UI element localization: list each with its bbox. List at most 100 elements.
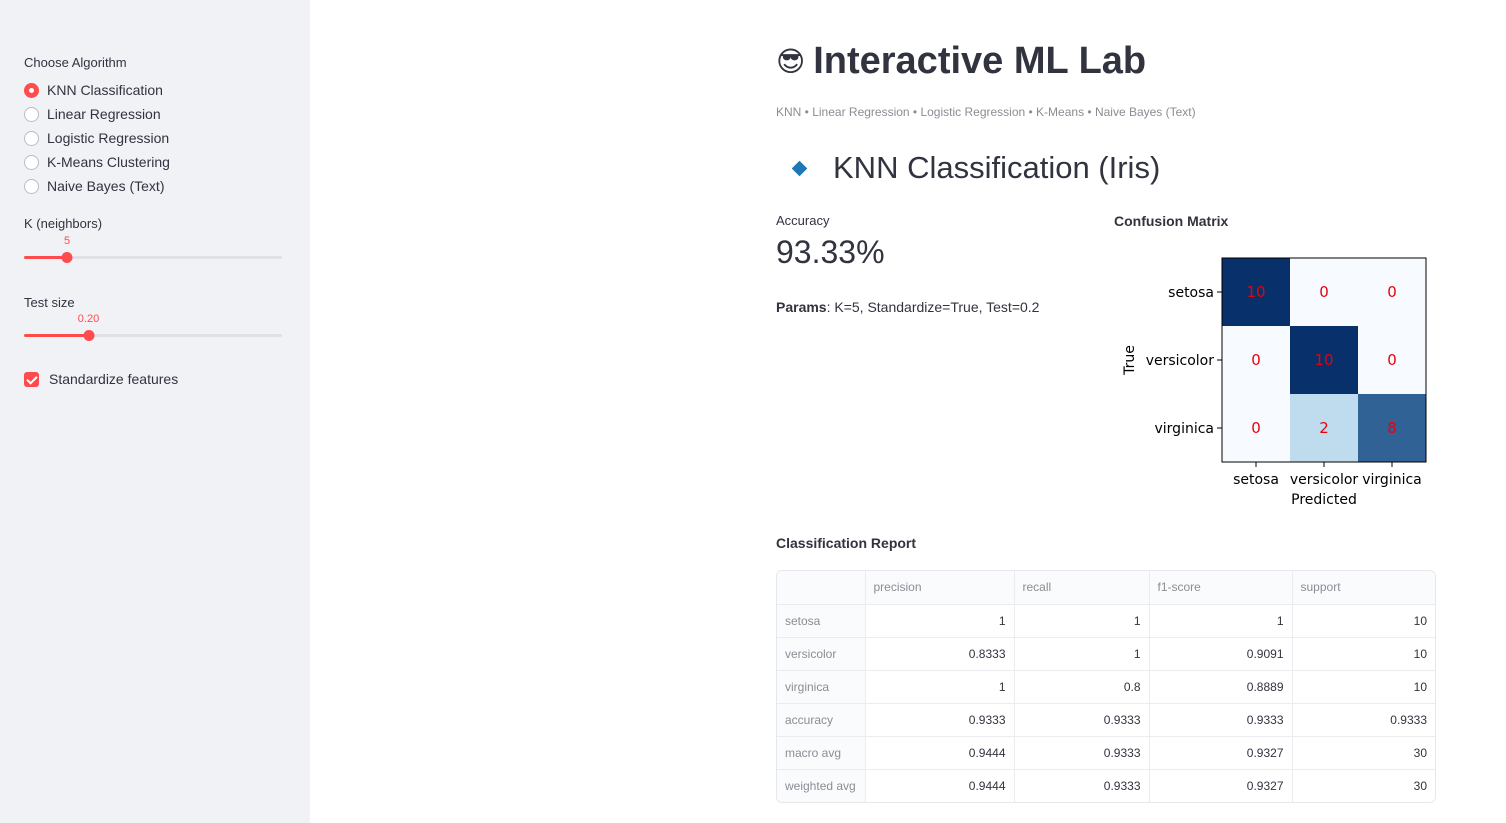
- cm-y-tick-label: setosa: [1168, 285, 1214, 301]
- params-text: Params: K=5, Standardize=True, Test=0.2: [776, 299, 1039, 315]
- table-cell: 0.9333: [1014, 769, 1150, 802]
- table-row: versicolor 0.8333 1 0.9091 10: [777, 637, 1435, 671]
- cm-cell-value: 2: [1319, 419, 1329, 437]
- sidebar: Choose Algorithm KNN Classification Line…: [0, 0, 310, 823]
- k-slider-thumb[interactable]: [61, 252, 73, 263]
- cm-cell-value: 0: [1387, 283, 1397, 301]
- classification-report-heading: Classification Report: [776, 535, 917, 551]
- table-cell: 10: [1292, 604, 1435, 638]
- row-label-cell: weighted avg: [777, 769, 866, 802]
- radio-knn-classification[interactable]: KNN Classification: [24, 80, 163, 100]
- radio-unselected-icon[interactable]: [24, 106, 39, 122]
- test-size-slider[interactable]: [24, 330, 282, 341]
- table-cell: 0.8333: [865, 637, 1015, 671]
- table-cell: 0.8889: [1149, 670, 1293, 704]
- table-cell: 0.9333: [1149, 703, 1293, 737]
- row-label-cell: macro avg: [777, 736, 866, 770]
- params-label: Params: [776, 299, 827, 315]
- confusion-matrix-heading: Confusion Matrix: [1114, 213, 1229, 229]
- row-label-cell: versicolor: [777, 637, 866, 671]
- radio-linear-regression[interactable]: Linear Regression: [24, 104, 161, 124]
- row-label-cell: setosa: [777, 604, 866, 638]
- cm-y-tick-label: versicolor: [1146, 353, 1215, 369]
- table-cell: 10: [1292, 670, 1435, 704]
- test-size-slider-fill: [24, 334, 89, 337]
- cm-y-axis-label: True: [1122, 345, 1138, 376]
- radio-logistic-regression[interactable]: Logistic Regression: [24, 128, 169, 148]
- table-cell: 1: [1014, 604, 1150, 638]
- radio-unselected-icon[interactable]: [24, 154, 39, 170]
- table-cell: 1: [865, 670, 1015, 704]
- cm-cell-value: 0: [1387, 351, 1397, 369]
- accuracy-value: 93.33%: [776, 234, 885, 270]
- cm-cell-value: 0: [1251, 419, 1261, 437]
- algorithms-caption: KNN • Linear Regression • Logistic Regre…: [776, 105, 1196, 119]
- column-header-support[interactable]: support: [1292, 571, 1435, 605]
- test-size-slider-thumb[interactable]: [83, 330, 94, 341]
- cm-cell-value: 8: [1387, 419, 1397, 437]
- cm-x-axis-label: Predicted: [1291, 492, 1357, 508]
- table-cell: 0.9444: [865, 769, 1015, 802]
- column-header-f1-score[interactable]: f1-score: [1149, 571, 1293, 605]
- cm-cell-value: 0: [1319, 283, 1329, 301]
- table-cell: 0.9333: [1014, 703, 1150, 737]
- page-title: 😎 Interactive ML Lab: [776, 40, 1146, 83]
- table-cell: 0.9327: [1149, 769, 1293, 802]
- cm-x-tick-label: setosa: [1233, 472, 1279, 488]
- row-label-cell: virginica: [777, 670, 866, 704]
- section-title: KNN Classification (Iris): [790, 150, 1160, 186]
- table-row: weighted avg 0.9444 0.9333 0.9327 30: [777, 769, 1435, 802]
- radio-unselected-icon[interactable]: [24, 130, 39, 146]
- table-cell: 0.9444: [865, 736, 1015, 770]
- accuracy-label: Accuracy: [776, 213, 830, 228]
- cm-x-tick-label: versicolor: [1290, 472, 1359, 488]
- table-row: setosa 1 1 1 10: [777, 604, 1435, 638]
- checkbox-label: Standardize features: [49, 371, 179, 387]
- blue-diamond-icon: [791, 160, 808, 176]
- k-slider[interactable]: [24, 252, 282, 263]
- table-row: accuracy 0.9333 0.9333 0.9333 0.9333: [777, 703, 1435, 737]
- confusion-matrix-chart: 10 0 00 10 00 2 8setosaversicolorvirginicaseto…: [1122, 257, 1427, 508]
- table-cell: 1: [865, 604, 1015, 638]
- classification-report-table[interactable]: precision recall f1-score support setosa 1 1 1…: [776, 570, 1436, 803]
- table-cell: 30: [1413, 778, 1427, 793]
- table-cell: 1: [1149, 604, 1293, 638]
- cm-cell-value: 10: [1246, 283, 1265, 301]
- table-cell: 0.9333: [1292, 703, 1435, 737]
- section-title-text: KNN Classification (Iris): [833, 150, 1161, 185]
- table-cell: 0.9327: [1149, 736, 1293, 770]
- radio-label: Logistic Regression: [47, 130, 170, 146]
- column-header-precision[interactable]: precision: [865, 571, 1015, 605]
- k-slider-label: K (neighbors): [24, 216, 103, 231]
- page-title-text: Interactive ML Lab: [813, 40, 1147, 82]
- radio-kmeans-clustering[interactable]: K-Means Clustering: [24, 152, 170, 172]
- table-header-row: precision recall f1-score support: [777, 571, 1435, 605]
- radio-label: KNN Classification: [47, 82, 163, 98]
- index-column-header[interactable]: [777, 571, 866, 605]
- radio-naive-bayes-text[interactable]: Naive Bayes (Text): [24, 176, 164, 196]
- table-cell: 0.9091: [1149, 637, 1293, 671]
- standardize-checkbox[interactable]: Standardize features: [24, 371, 178, 387]
- algorithm-label: Choose Algorithm: [24, 55, 127, 70]
- radio-label: K-Means Clustering: [47, 154, 170, 170]
- radio-label: Linear Regression: [47, 106, 161, 122]
- params-value: : K=5, Standardize=True, Test=0.2: [826, 299, 1040, 315]
- radio-unselected-icon[interactable]: [24, 178, 39, 194]
- table-cell: 0.8: [1014, 670, 1150, 704]
- radio-label: Naive Bayes (Text): [47, 178, 165, 194]
- k-slider-value: 5: [64, 235, 71, 247]
- column-header-recall[interactable]: recall: [1014, 571, 1150, 605]
- cm-y-tick-label: virginica: [1155, 421, 1215, 437]
- checkbox-checked-icon[interactable]: [24, 371, 39, 387]
- table-cell: 10: [1292, 637, 1435, 671]
- table-row: macro avg 0.9444 0.9333 0.9327 30: [777, 736, 1435, 770]
- table-cell: 1: [1014, 637, 1150, 671]
- cm-x-tick-label: virginica: [1362, 472, 1422, 488]
- row-label-cell: accuracy: [777, 703, 866, 737]
- table-cell: 0.9333: [865, 703, 1015, 737]
- cm-cell-value: 0: [1251, 351, 1261, 369]
- table-row: virginica 1 0.8 0.8889 10: [777, 670, 1435, 704]
- cm-cell-value: 10: [1314, 351, 1333, 369]
- table-cell: 30: [1292, 736, 1435, 770]
- radio-selected-icon[interactable]: [24, 82, 39, 98]
